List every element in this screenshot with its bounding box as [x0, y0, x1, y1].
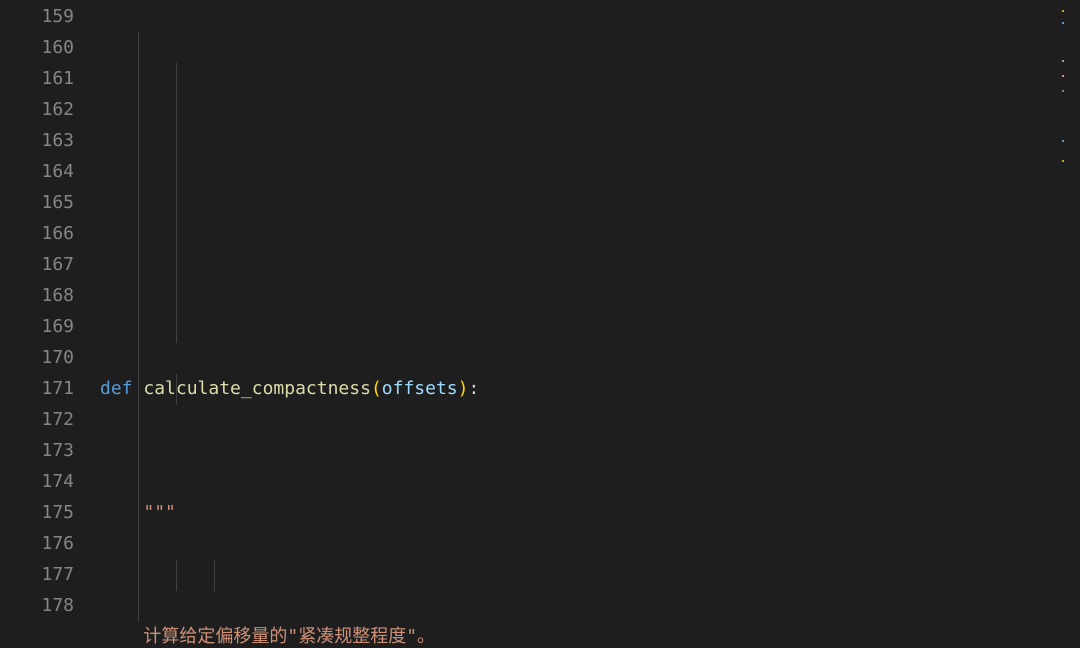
param-offsets: offsets — [382, 378, 458, 399]
line-number: 161 — [0, 63, 74, 94]
line-number: 171 — [0, 373, 74, 404]
line-number: 170 — [0, 342, 74, 373]
function-name: calculate_compactness — [143, 378, 371, 399]
line-number: 174 — [0, 466, 74, 497]
line-number: 164 — [0, 156, 74, 187]
line-number: 169 — [0, 311, 74, 342]
code-line[interactable]: 计算给定偏移量的"紧凑规整程度"。 — [100, 621, 1066, 648]
keyword-def: def — [100, 378, 133, 399]
line-number: 172 — [0, 404, 74, 435]
line-number: 177 — [0, 559, 74, 590]
line-number: 176 — [0, 528, 74, 559]
line-number: 178 — [0, 590, 74, 621]
line-number: 159 — [0, 1, 74, 32]
scrollbar-vertical[interactable] — [1052, 0, 1066, 648]
code-area[interactable]: def calculate_compactness(offsets): """ … — [100, 0, 1066, 648]
line-number: 168 — [0, 280, 74, 311]
line-number: 175 — [0, 497, 74, 528]
docstring-open: """ — [143, 502, 176, 523]
line-number: 160 — [0, 32, 74, 63]
line-number-gutter: 159 160 161 162 163 164 165 166 167 168 … — [0, 0, 100, 648]
code-line[interactable]: """ — [100, 497, 1066, 528]
line-number: 165 — [0, 187, 74, 218]
indent-guide — [214, 560, 215, 591]
line-number: 173 — [0, 435, 74, 466]
docstring-text: 计算给定偏移量的"紧凑规整程度"。 — [143, 626, 435, 647]
line-number: 162 — [0, 94, 74, 125]
code-editor[interactable]: 159 160 161 162 163 164 165 166 167 168 … — [0, 0, 1066, 648]
indent-guide — [138, 32, 139, 622]
line-number: 163 — [0, 125, 74, 156]
indent-guide — [176, 560, 177, 591]
line-number: 167 — [0, 249, 74, 280]
code-line[interactable] — [100, 249, 1066, 280]
line-number: 166 — [0, 218, 74, 249]
code-line[interactable]: def calculate_compactness(offsets): — [100, 373, 1066, 404]
indent-guide — [176, 63, 177, 343]
